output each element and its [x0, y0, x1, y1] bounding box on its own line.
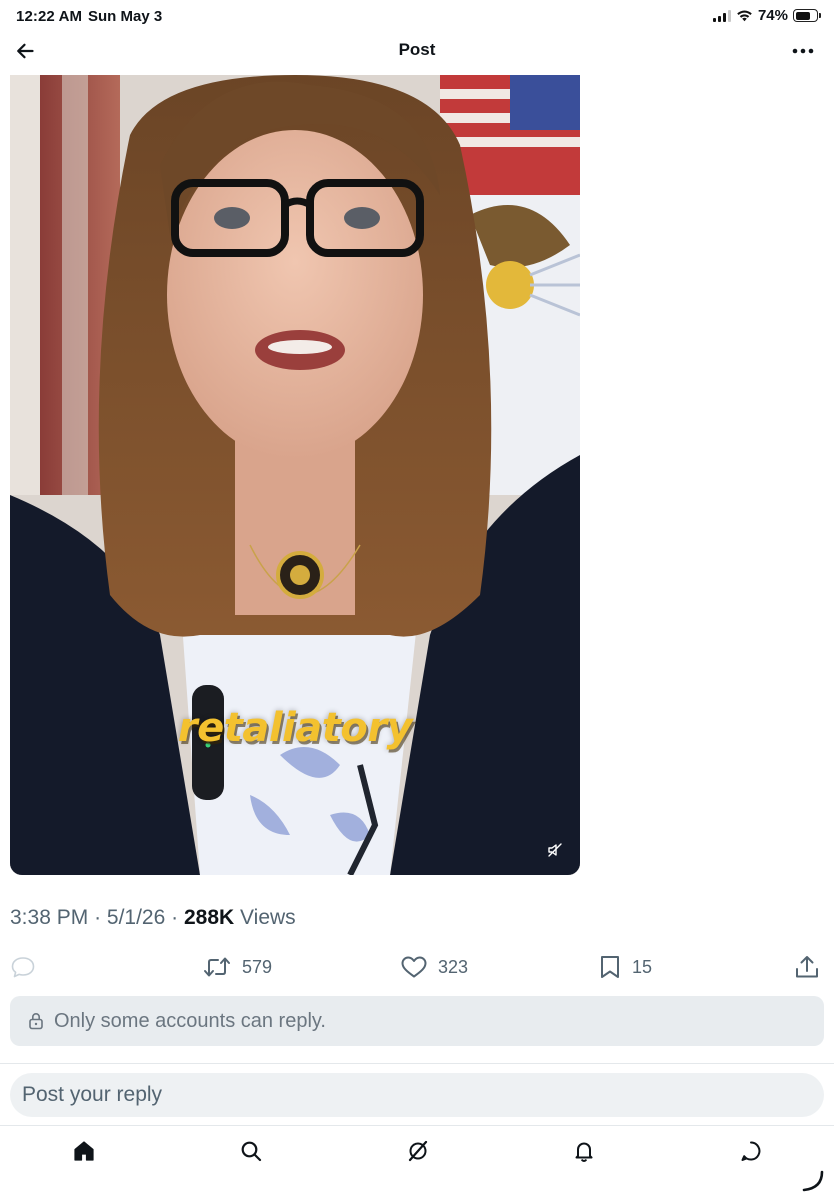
more-horizontal-icon	[792, 48, 814, 54]
reply-composer[interactable]	[10, 1073, 824, 1117]
lock-icon	[29, 1013, 43, 1030]
nav-notifications[interactable]	[569, 1136, 599, 1166]
notifications-bell-icon	[575, 1142, 593, 1162]
post-video[interactable]: retaliatory	[10, 75, 580, 875]
like-button[interactable]: 323	[400, 950, 468, 984]
search-icon	[241, 1141, 262, 1162]
reply-button[interactable]	[10, 950, 46, 984]
status-date: Sun May 3	[88, 8, 163, 25]
status-bar: 12:22 AM Sun May 3 74%	[0, 0, 834, 32]
post-metadata: 3:38 PM · 5/1/26 · 288K Views	[10, 906, 296, 930]
like-count: 323	[438, 956, 469, 977]
speaker-muted-icon	[548, 843, 562, 857]
grok-icon	[408, 1140, 428, 1162]
bookmark-count: 15	[632, 956, 653, 977]
more-options-button[interactable]	[788, 36, 818, 66]
divider	[0, 1063, 834, 1064]
post-time: 3:38 PM	[10, 906, 89, 929]
wifi-icon	[737, 10, 752, 22]
meta-separator: ·	[171, 906, 179, 929]
post-actions: 579 323 15	[10, 950, 824, 984]
page-title: Post	[398, 40, 436, 59]
reply-restriction-text: Only some accounts can reply.	[54, 1009, 326, 1032]
nav-search[interactable]	[236, 1136, 266, 1166]
messages-icon	[741, 1141, 761, 1161]
reply-bubble-icon	[11, 957, 35, 978]
reply-restriction-notice: Only some accounts can reply.	[10, 996, 824, 1046]
status-indicators: 74%	[712, 7, 821, 24]
nav-grok[interactable]	[403, 1136, 433, 1166]
battery-icon	[793, 9, 821, 22]
repost-count: 579	[242, 956, 273, 977]
mute-toggle-button[interactable]	[544, 839, 566, 861]
resize-handle-icon[interactable]	[800, 1168, 826, 1194]
status-time: 12:22 AM	[16, 8, 83, 25]
home-icon	[74, 1141, 94, 1161]
battery-percent: 74%	[757, 7, 788, 24]
video-frame-image	[10, 75, 580, 875]
repost-icon	[204, 957, 230, 977]
bookmark-icon	[601, 956, 619, 978]
heart-icon	[401, 956, 427, 978]
share-button[interactable]	[794, 950, 820, 984]
repost-button[interactable]: 579	[202, 950, 272, 984]
views-label[interactable]: Views	[240, 906, 296, 929]
bookmark-button[interactable]: 15	[598, 950, 652, 984]
cellular-signal-icon	[712, 9, 731, 22]
share-icon	[796, 956, 818, 978]
post-header: Post	[0, 32, 834, 72]
nav-messages[interactable]	[736, 1136, 766, 1166]
meta-separator: ·	[94, 906, 102, 929]
post-date: 5/1/26	[106, 906, 166, 929]
video-caption: retaliatory	[177, 705, 413, 751]
reply-input[interactable]	[22, 1083, 824, 1107]
nav-home[interactable]	[69, 1136, 99, 1166]
views-count: 288K	[183, 906, 235, 929]
bottom-navigation	[0, 1126, 834, 1176]
